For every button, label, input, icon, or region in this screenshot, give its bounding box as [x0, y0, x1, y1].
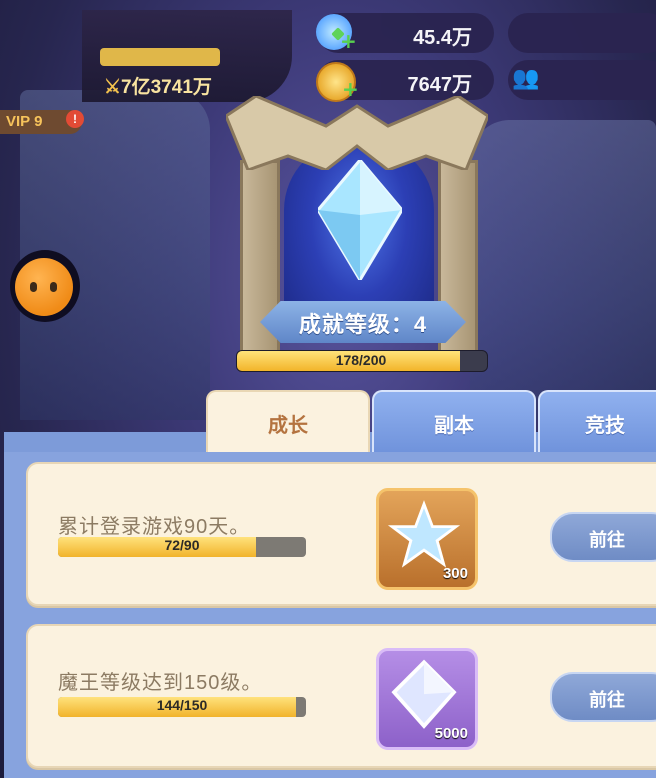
player-name-bar: [100, 48, 220, 66]
achievement-level-label: 成就等级：4: [298, 312, 428, 337]
achievement-progress-text: 178/200: [335, 352, 387, 368]
tab-arena-label: 竞技: [585, 415, 625, 437]
gate-arch: [226, 96, 488, 170]
achievement-screen: ⚔7亿3741万 45.4万 + 7647万 + 👥 VIP 9 ! 成就等级：…: [0, 0, 656, 778]
quest-go-button[interactable]: 前往: [550, 672, 656, 722]
combat-power-value: 7亿3741万: [121, 77, 212, 98]
vip-alert-dot: !: [66, 110, 84, 128]
friends-icon[interactable]: 👥: [512, 66, 548, 102]
go-button-label: 前往: [589, 530, 625, 550]
quest-reward-count: 300: [442, 565, 468, 582]
quest-progress-text: 72/90: [164, 537, 200, 553]
swords-icon: ⚔: [104, 77, 122, 98]
tab-dungeon[interactable]: 副本: [372, 390, 536, 454]
add-gem-icon[interactable]: +: [340, 31, 358, 51]
combat-power: ⚔7亿3741万: [104, 72, 212, 99]
vip-label: VIP 9: [6, 113, 43, 130]
pet-eye-left: [30, 282, 37, 292]
gold-value: 7647万: [407, 74, 473, 96]
pumpkin-pet-icon[interactable]: [15, 258, 73, 316]
extra-currency-pill[interactable]: [508, 13, 656, 53]
quest-reward-count: 5000: [434, 725, 468, 742]
achievement-crystal-icon: [318, 160, 402, 280]
tab-dungeon-label: 副本: [434, 415, 474, 437]
quest-go-button[interactable]: 前往: [550, 512, 656, 562]
quest-title: 累计登录游戏90天。: [58, 516, 251, 538]
gem-value: 45.4万: [413, 27, 472, 49]
tab-growth[interactable]: 成长: [206, 390, 370, 454]
ruins-right-decoration: [470, 120, 656, 420]
quest-progress-text: 144/150: [156, 697, 208, 713]
go-button-label: 前往: [589, 690, 625, 710]
quest-title: 魔王等级达到150级。: [58, 672, 263, 694]
tab-arena[interactable]: 竞技: [538, 390, 656, 454]
pet-eye-right: [50, 282, 57, 292]
tab-growth-label: 成长: [268, 415, 308, 437]
